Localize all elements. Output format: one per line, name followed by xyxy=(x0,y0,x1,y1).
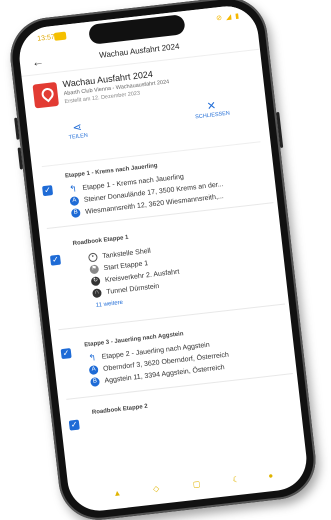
section-title: Roadbook Etappe 2 xyxy=(91,403,149,417)
nav-map-icon[interactable]: ◇ xyxy=(153,484,160,494)
start-marker-icon: A xyxy=(69,196,80,207)
bottom-nav: ▲ ◇ ▢ ☾ ● xyxy=(69,467,309,508)
section-checkbox[interactable]: ✓ xyxy=(42,185,54,197)
volume-down-button xyxy=(17,147,23,170)
nav-night-icon[interactable]: ☾ xyxy=(232,475,240,485)
close-button[interactable]: ✕ SCHLIESSEN xyxy=(194,99,230,120)
section-checkbox[interactable]: ✓ xyxy=(68,419,80,431)
status-time: 13:57 xyxy=(36,33,56,43)
gas-station-icon: ▪ xyxy=(87,252,98,263)
stage: 13:57 ⊘ ◢ ▮ ← Wachau Ausfahrt 2024 Wacha… xyxy=(0,0,331,520)
phone-frame: 13:57 ⊘ ◢ ▮ ← Wachau Ausfahrt 2024 Wacha… xyxy=(6,0,320,520)
time-highlight xyxy=(53,31,67,41)
roundabout-icon: ↻ xyxy=(90,276,101,287)
section-checkbox[interactable]: ✓ xyxy=(60,348,72,360)
start-flag-icon: ⚑ xyxy=(89,264,100,275)
route-icon: ↰ xyxy=(68,183,78,195)
nav-settings-icon[interactable]: ● xyxy=(268,471,274,480)
nav-list-icon[interactable]: ▢ xyxy=(192,479,201,489)
share-label: TEILEN xyxy=(68,132,89,141)
section-checkbox[interactable]: ✓ xyxy=(49,254,62,266)
start-marker-icon: A xyxy=(88,365,99,376)
item-label: Start Etappe 1 xyxy=(103,260,149,273)
status-icons: ⊘ ◢ ▮ xyxy=(215,12,241,23)
tunnel-icon: ∩ xyxy=(92,288,102,299)
item-label: Tunnel Dürnstein xyxy=(106,282,160,296)
section-title: Roadbook Etappe 1 xyxy=(72,234,129,248)
end-marker-icon: B xyxy=(90,377,101,387)
volume-up-button xyxy=(14,117,20,140)
route-icon: ↰ xyxy=(87,352,97,364)
more-link[interactable]: 11 weitere xyxy=(96,300,124,309)
screen: 13:57 ⊘ ◢ ▮ ← Wachau Ausfahrt 2024 Wacha… xyxy=(16,2,310,515)
end-marker-icon: B xyxy=(70,208,81,219)
power-button xyxy=(276,111,284,149)
nav-home-icon[interactable]: ▲ xyxy=(113,488,122,498)
share-button[interactable]: ⋖ TEILEN xyxy=(67,121,89,141)
map-pin-icon xyxy=(32,81,60,109)
section-roadbook-1: ✓ Roadbook Etappe 1 ▪ Tankstelle Shell ⚑ S… xyxy=(47,212,285,331)
